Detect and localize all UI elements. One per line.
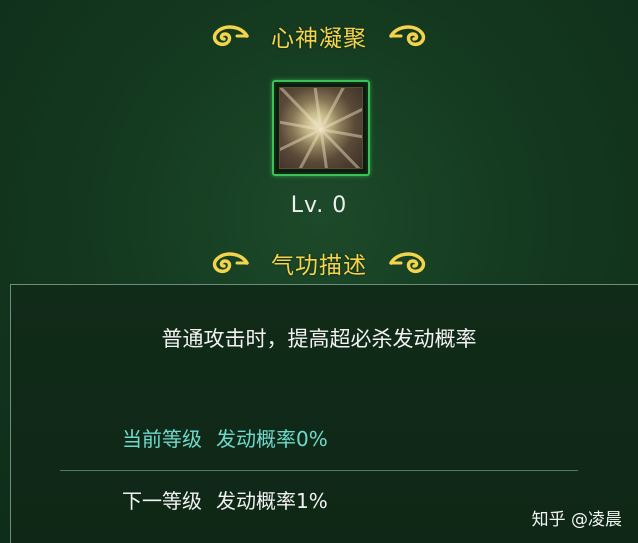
next-level-row: 下一等级 发动概率1%: [122, 485, 328, 514]
current-level-row: 当前等级 发动概率0%: [122, 423, 328, 452]
skill-level: Lv. 0: [290, 193, 348, 218]
cloud-swirl-icon: [212, 25, 249, 47]
cloud-swirl-icon: [389, 25, 426, 47]
current-level-value: 发动概率0%: [216, 427, 328, 451]
description-text: 普通攻击时，提高超必杀发动概率: [161, 327, 477, 351]
skill-name: 心神凝聚: [271, 26, 367, 52]
watermark: 知乎 @凌晨: [531, 510, 622, 530]
description-header: 气功描述: [0, 243, 638, 283]
cloud-swirl-icon: [389, 252, 426, 274]
current-level-label: 当前等级: [122, 427, 202, 451]
next-level-label: 下一等级: [122, 489, 202, 513]
skill-name-header: 心神凝聚: [0, 16, 638, 56]
cloud-swirl-icon: [212, 252, 249, 274]
description-title: 气功描述: [271, 253, 367, 279]
next-level-value: 发动概率1%: [216, 489, 328, 513]
divider: [60, 470, 578, 471]
skill-icon-slot[interactable]: [272, 80, 370, 176]
radiant-burst-icon: [279, 87, 363, 169]
